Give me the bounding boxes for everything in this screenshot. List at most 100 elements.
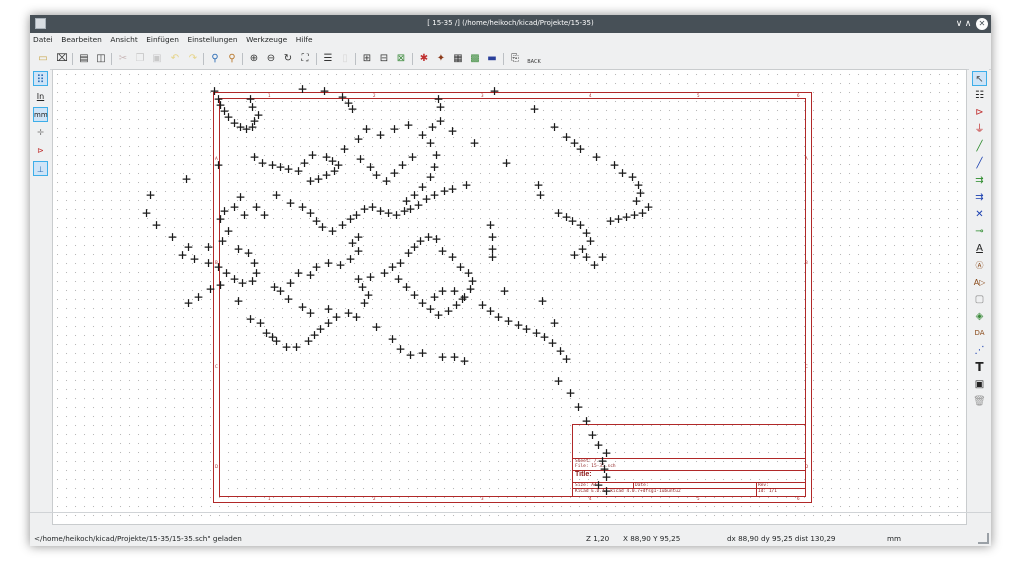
status-message: </home/heikoch/kicad/Projekte/15-35/15-3… (34, 534, 242, 543)
menu-werkzeuge[interactable]: Werkzeuge (243, 33, 290, 46)
separator (412, 53, 413, 65)
add-junction-icon[interactable]: ⊸ (972, 224, 987, 239)
leave-sheet-icon[interactable]: ▯ (338, 52, 352, 66)
title-block-line (633, 482, 634, 488)
save-icon[interactable]: ▤ (77, 52, 91, 66)
new-schematic-icon[interactable]: ▭ (36, 52, 50, 66)
paste-icon[interactable]: ▣ (150, 52, 164, 66)
library-browser-icon[interactable]: ⊟ (377, 52, 391, 66)
mm-units-icon[interactable]: mm (33, 107, 48, 122)
find-icon[interactable]: ⚲ (208, 52, 222, 66)
junction-mark: + (323, 254, 334, 272)
wire-entry-icon[interactable]: ⇉ (972, 173, 987, 188)
junction-mark: + (335, 256, 346, 274)
junction-mark: + (353, 270, 364, 288)
separator (316, 53, 317, 65)
add-bus-icon[interactable]: ╱ (972, 156, 987, 171)
junction-mark: + (575, 140, 586, 158)
delete-icon[interactable]: 🗑 (972, 394, 987, 409)
add-text-icon[interactable]: T (972, 360, 987, 375)
edge-number: 5 (697, 93, 700, 98)
edge-number: 3 (481, 93, 484, 98)
import-sheet-pin-icon[interactable]: ◈ (972, 309, 987, 324)
junction-mark: + (351, 308, 362, 326)
global-label-icon[interactable]: Ⓐ (972, 258, 987, 273)
status-cursor-xy: X 88,90 Y 95,25 (623, 534, 681, 543)
junction-mark: + (233, 292, 244, 310)
junction-mark: + (215, 276, 226, 294)
cursor-shape-icon[interactable]: ✛ (33, 125, 48, 140)
menu-einstellungen[interactable]: Einstellungen (184, 33, 240, 46)
hierarchical-label-icon[interactable]: A▷ (972, 275, 987, 290)
find-replace-icon[interactable]: ⚲ (225, 52, 239, 66)
menu-hilfe[interactable]: Hilfe (293, 33, 316, 46)
bus-wire-angle-icon[interactable]: ⊥ (33, 161, 48, 176)
junction-mark: + (403, 116, 414, 134)
open-icon[interactable]: ⌧ (55, 52, 69, 66)
bom-icon[interactable]: ▦ (451, 52, 465, 66)
edge-number: 1 (268, 496, 271, 501)
junction-mark: + (291, 338, 302, 356)
edge-letter: A (805, 156, 808, 161)
cut-icon[interactable]: ✂ (116, 52, 130, 66)
add-component-icon[interactable]: ⊳ (972, 105, 987, 120)
junction-mark: + (205, 280, 216, 298)
zoom-redraw-icon[interactable]: ↻ (281, 52, 295, 66)
add-graphic-line-icon[interactable]: ⋰ (972, 343, 987, 358)
junction-mark: + (345, 250, 356, 268)
net-label-icon[interactable]: A (972, 241, 987, 256)
no-connect-icon[interactable]: ✕ (972, 207, 987, 222)
select-arrow-icon[interactable]: ↖ (972, 71, 987, 86)
add-wire-icon[interactable]: ╱ (972, 139, 987, 154)
bus-entry-icon[interactable]: ⇉ (972, 190, 987, 205)
menu-bearbeiten[interactable]: Bearbeiten (58, 33, 105, 46)
separator (242, 53, 243, 65)
junction-mark: + (435, 112, 446, 130)
hidden-pins-icon[interactable]: ⊳ (33, 143, 48, 158)
page-settings-icon[interactable]: ◫ (94, 52, 108, 66)
maximize-button[interactable]: ∧ (962, 18, 974, 30)
edge-number: 3 (481, 496, 484, 501)
cvpcb-icon[interactable]: ▬ (485, 52, 499, 66)
inch-units-icon[interactable]: In (33, 89, 48, 104)
zoom-in-icon[interactable]: ⊕ (247, 52, 261, 66)
library-editor-icon[interactable]: ⊞ (360, 52, 374, 66)
zoom-out-icon[interactable]: ⊖ (264, 52, 278, 66)
hierarchy-navigator-icon[interactable]: ☷ (972, 88, 987, 103)
junction-mark: + (151, 216, 162, 234)
erc-icon[interactable]: ✱ (417, 52, 431, 66)
menu-einfuegen[interactable]: Einfügen (143, 33, 182, 46)
copy-icon[interactable]: ❐ (133, 52, 147, 66)
netlist-icon[interactable]: ✦ (434, 52, 448, 66)
redo-icon[interactable]: ↷ (186, 52, 200, 66)
add-power-icon[interactable]: ⏚ (972, 122, 987, 137)
title-block-id: Id: 1/1 (758, 489, 777, 494)
junction-mark: + (233, 240, 244, 258)
junction-mark: + (597, 248, 608, 266)
hierarchy-icon[interactable]: ☰ (321, 52, 335, 66)
title-block-date: Date: (635, 483, 649, 488)
add-sheet-pin-icon[interactable]: DA (972, 326, 987, 341)
menu-ansicht[interactable]: Ansicht (107, 33, 140, 46)
hierarchical-sheet-icon[interactable]: ▢ (972, 292, 987, 307)
title-block-line (756, 482, 757, 496)
pcbnew-icon[interactable]: ⎘ (508, 52, 522, 66)
annotate-icon[interactable]: ⊠ (394, 52, 408, 66)
resize-grip[interactable] (978, 533, 989, 544)
main-toolbar: ▭ ⌧ ▤ ◫ ✂ ❐ ▣ ↶ ↷ ⚲ ⚲ ⊕ ⊖ ↻ ⛶ ☰ ▯ ⊞ ⊟ ⊠ … (30, 48, 991, 70)
junction-mark: + (297, 80, 308, 98)
footprint-assign-icon[interactable]: ▩ (468, 52, 482, 66)
edge-letter: C (805, 364, 808, 369)
zoom-fit-icon[interactable]: ⛶ (298, 52, 312, 66)
grid-icon[interactable]: ⠿ (33, 71, 48, 86)
add-image-icon[interactable]: ▣ (972, 377, 987, 392)
menu-datei[interactable]: Datei (30, 33, 56, 46)
back-annotate-icon[interactable]: BACK (525, 52, 543, 66)
close-button[interactable]: ✕ (976, 18, 988, 30)
junction-mark: + (535, 186, 546, 204)
junction-mark: + (181, 170, 192, 188)
undo-icon[interactable]: ↶ (168, 52, 182, 66)
junction-mark: + (499, 282, 510, 300)
schematic-canvas[interactable]: 1 2 3 4 5 6 1 2 3 4 5 6 A B C D A B C D … (52, 69, 967, 525)
title-block-kicad: KiCad E.D.A. kicad 4.0.7+dfsg1-1ubuntu2 (575, 489, 681, 494)
